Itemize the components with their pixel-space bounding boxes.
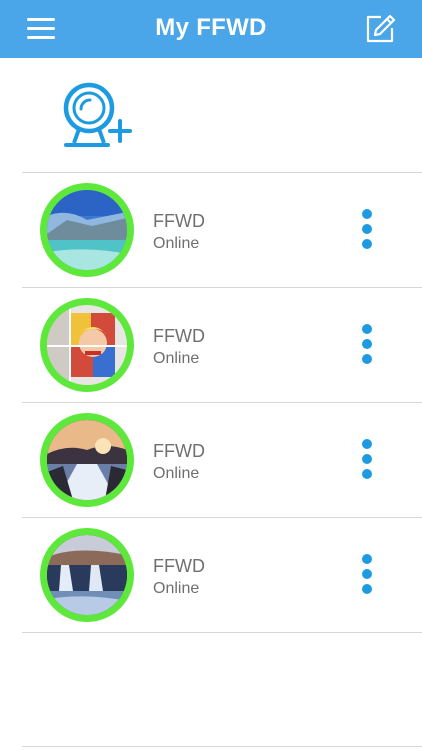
more-options-icon[interactable] xyxy=(356,209,378,253)
pop-art-portrait-thumbnail xyxy=(47,305,127,385)
device-row[interactable]: FFWD Online xyxy=(22,173,422,287)
top-bar: My FFWD xyxy=(0,0,422,58)
device-name: FFWD xyxy=(153,441,205,461)
device-row[interactable]: FFWD Online xyxy=(22,288,422,402)
device-name: FFWD xyxy=(153,556,205,576)
add-camera-button[interactable] xyxy=(60,80,136,152)
divider xyxy=(22,632,422,633)
device-status: Online xyxy=(153,350,200,367)
device-name: FFWD xyxy=(153,211,205,231)
device-name: FFWD xyxy=(153,326,205,346)
device-status: Online xyxy=(153,235,200,252)
edit-pencil-icon[interactable] xyxy=(364,13,396,45)
device-row[interactable]: FFWD Online xyxy=(22,518,422,632)
device-avatar[interactable] xyxy=(40,298,134,392)
lake-landscape-thumbnail xyxy=(47,190,127,270)
device-status: Online xyxy=(153,580,200,597)
more-options-icon[interactable] xyxy=(356,439,378,483)
more-options-icon[interactable] xyxy=(356,554,378,598)
device-avatar[interactable] xyxy=(40,528,134,622)
device-status: Online xyxy=(153,465,200,482)
page-title: My FFWD xyxy=(155,14,267,41)
device-row[interactable]: FFWD Online xyxy=(22,403,422,517)
divider xyxy=(22,746,422,747)
waterfall-night-thumbnail xyxy=(47,535,127,615)
device-avatar[interactable] xyxy=(40,413,134,507)
device-avatar[interactable] xyxy=(40,183,134,277)
river-sunset-thumbnail xyxy=(47,420,127,500)
more-options-icon[interactable] xyxy=(356,324,378,368)
add-camera-icon xyxy=(63,82,132,147)
